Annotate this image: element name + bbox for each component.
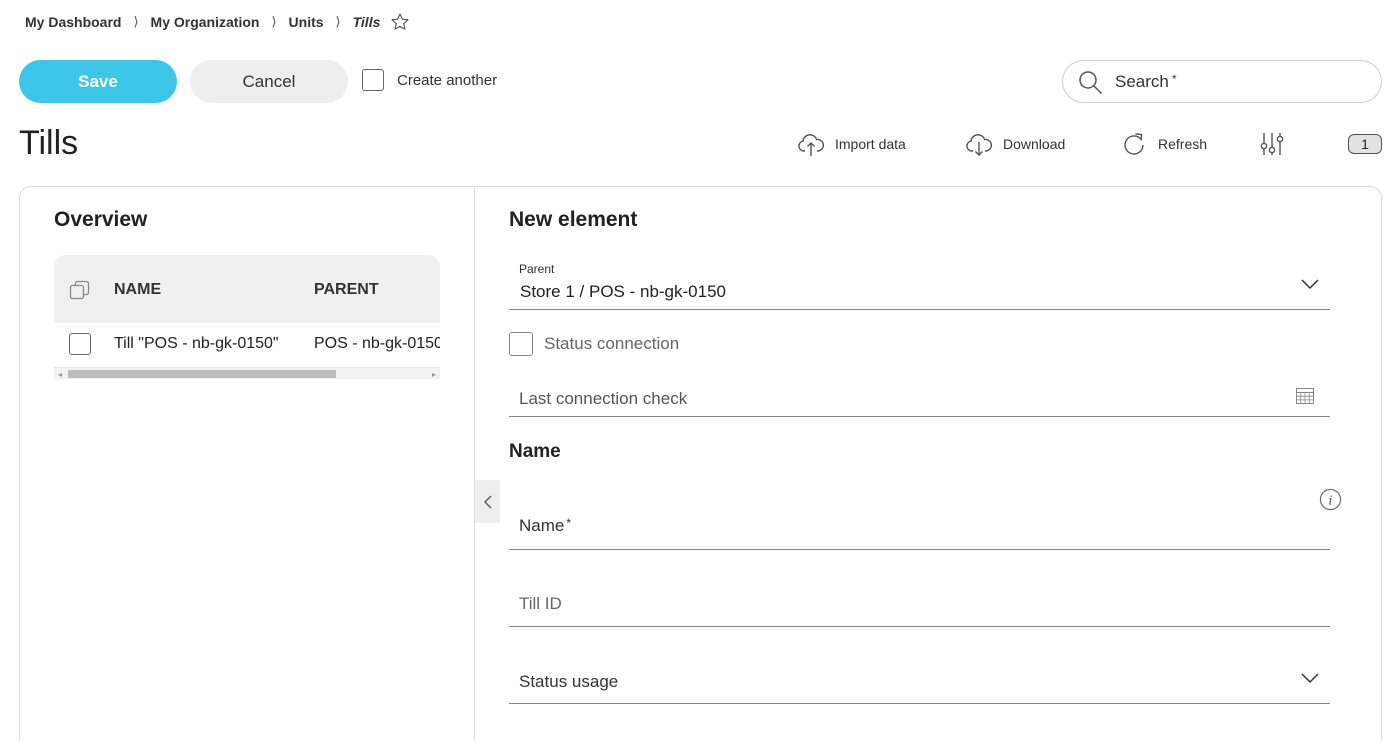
scroll-right-icon[interactable]: ▸ xyxy=(432,370,436,379)
breadcrumb-separator: ⟩ xyxy=(335,14,341,29)
import-data-button[interactable]: Import data xyxy=(797,130,906,158)
save-button[interactable]: Save xyxy=(19,60,177,103)
scrollbar-thumb[interactable] xyxy=(68,370,336,378)
copy-icon[interactable] xyxy=(68,278,92,302)
search-input[interactable]: Search * xyxy=(1062,60,1382,103)
status-connection-option[interactable]: Status connection xyxy=(509,332,679,356)
refresh-button[interactable]: Refresh xyxy=(1120,130,1207,158)
download-button[interactable]: Download xyxy=(965,130,1065,158)
breadcrumb-current: Tills xyxy=(352,14,381,30)
breadcrumb-separator: ⟩ xyxy=(133,14,139,29)
till-id-field[interactable]: Till ID xyxy=(509,584,1330,627)
import-data-label: Import data xyxy=(835,136,906,152)
chevron-down-icon xyxy=(1301,673,1319,684)
search-placeholder: Search * xyxy=(1115,71,1177,91)
panel-divider xyxy=(474,187,475,741)
status-connection-checkbox[interactable] xyxy=(509,332,533,356)
create-another-checkbox[interactable] xyxy=(362,69,384,91)
parent-value: Store 1 / POS - nb-gk-0150 xyxy=(520,282,726,301)
download-cloud-icon xyxy=(966,134,993,156)
filter-sliders-icon xyxy=(1260,133,1284,155)
status-usage-select[interactable]: Status usage xyxy=(509,662,1330,704)
status-usage-placeholder: Status usage xyxy=(519,672,619,691)
table-header: NAME PARENT xyxy=(54,255,440,323)
cell-parent: POS - nb-gk-0150 xyxy=(314,335,440,352)
last-connection-check-field[interactable]: Last connection check xyxy=(509,376,1330,417)
page-title: Tills xyxy=(19,124,79,162)
breadcrumb: My Dashboard ⟩ My Organization ⟩ Units ⟩… xyxy=(25,12,410,32)
star-icon[interactable] xyxy=(390,12,410,32)
download-label: Download xyxy=(1003,136,1066,152)
column-header-name[interactable]: NAME xyxy=(114,281,161,299)
create-another-label: Create another xyxy=(397,71,498,89)
overview-table: NAME PARENT Till "POS - nb-gk-0150" POS … xyxy=(54,255,440,379)
filter-settings-button[interactable] xyxy=(1258,130,1296,158)
upload-cloud-icon xyxy=(798,134,825,156)
chevron-down-icon xyxy=(1301,279,1319,290)
search-icon xyxy=(1079,70,1102,94)
cancel-button[interactable]: Cancel xyxy=(190,60,348,103)
name-section-title: Name xyxy=(509,441,561,462)
refresh-label: Refresh xyxy=(1158,136,1208,152)
last-connection-check-placeholder: Last connection check xyxy=(519,389,688,408)
name-placeholder: Name * xyxy=(519,516,572,535)
collapse-panel-button[interactable] xyxy=(475,480,500,523)
scroll-left-icon[interactable]: ◂ xyxy=(58,370,62,379)
status-connection-label: Status connection xyxy=(544,334,680,353)
parent-select[interactable]: Parent Store 1 / POS - nb-gk-0150 xyxy=(509,256,1330,310)
breadcrumb-units[interactable]: Units xyxy=(289,14,324,30)
create-another-option[interactable]: Create another xyxy=(362,69,497,91)
row-checkbox[interactable] xyxy=(69,333,91,355)
calendar-icon[interactable] xyxy=(1295,386,1315,406)
horizontal-scrollbar[interactable]: ◂ ▸ xyxy=(54,367,440,379)
refresh-icon xyxy=(1124,133,1144,155)
overview-title: Overview xyxy=(54,208,148,231)
count-badge[interactable]: 1 xyxy=(1348,134,1382,154)
till-id-placeholder: Till ID xyxy=(519,594,562,613)
name-field[interactable]: Name * xyxy=(509,505,1330,550)
cell-name: Till "POS - nb-gk-0150" xyxy=(114,335,279,352)
parent-label: Parent xyxy=(519,262,555,276)
column-header-parent[interactable]: PARENT xyxy=(314,281,379,299)
new-element-title: New element xyxy=(509,208,638,231)
table-row[interactable]: Till "POS - nb-gk-0150" POS - nb-gk-0150 xyxy=(54,323,440,367)
breadcrumb-my-organization[interactable]: My Organization xyxy=(151,14,260,30)
breadcrumb-my-dashboard[interactable]: My Dashboard xyxy=(25,14,121,30)
chevron-left-icon xyxy=(483,495,491,508)
breadcrumb-separator: ⟩ xyxy=(271,14,277,29)
